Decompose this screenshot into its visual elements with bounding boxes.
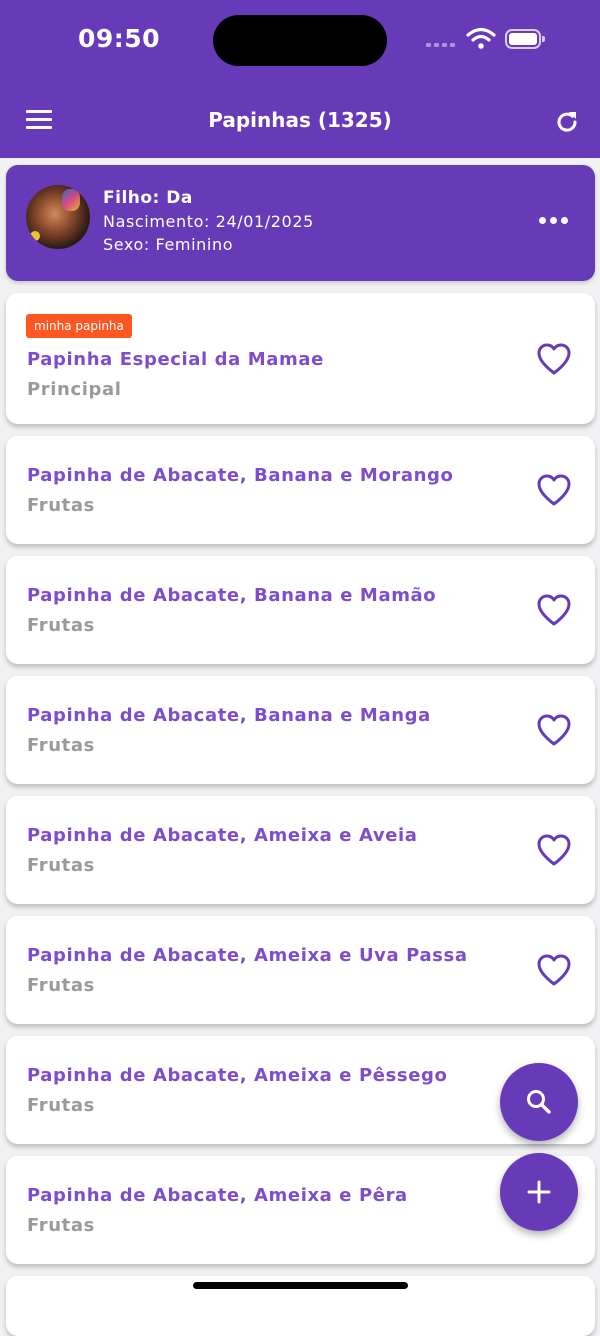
recipe-category: Frutas xyxy=(27,735,95,756)
recipe-card[interactable]: Papinha de Abacate, Ameixa e Uva Passa F… xyxy=(6,916,595,1024)
cellular-signal-icon xyxy=(426,43,455,47)
heart-outline-icon[interactable] xyxy=(536,833,572,867)
heart-outline-icon[interactable] xyxy=(536,593,572,627)
recipe-card[interactable]: minha papinha Papinha Especial da Mamae … xyxy=(6,293,595,424)
recipe-name: Papinha de Abacate, Ameixa e Pêra xyxy=(27,1185,408,1206)
plus-icon xyxy=(527,1180,551,1204)
recipe-name: Papinha de Abacate, Banana e Manga xyxy=(27,705,431,726)
recipe-name: Papinha Especial da Mamae xyxy=(27,349,324,370)
wifi-icon xyxy=(466,27,496,49)
home-indicator[interactable] xyxy=(193,1282,408,1289)
heart-outline-icon[interactable] xyxy=(536,713,572,747)
recipe-category: Frutas xyxy=(27,975,95,996)
heart-outline-icon[interactable] xyxy=(536,342,572,376)
recipe-category: Frutas xyxy=(27,1215,95,1236)
heart-outline-icon[interactable] xyxy=(536,473,572,507)
recipe-category: Frutas xyxy=(27,495,95,516)
dynamic-island xyxy=(213,15,387,66)
battery-icon xyxy=(505,29,545,49)
child-sex: Sexo: Feminino xyxy=(103,235,234,254)
child-avatar xyxy=(26,185,90,249)
child-birth: Nascimento: 24/01/2025 xyxy=(103,212,314,231)
recipe-card[interactable]: Papinha de Abacate, Ameixa e Aveia Fruta… xyxy=(6,796,595,904)
recipe-category: Frutas xyxy=(27,855,95,876)
app-header: 09:50 Papinhas (1325) xyxy=(0,0,600,158)
recipe-category: Frutas xyxy=(27,1095,95,1116)
page-title: Papinhas (1325) xyxy=(208,108,392,132)
recipe-card[interactable]: Papinha de Abacate, Banana e Morango Fru… xyxy=(6,436,595,544)
child-profile-card[interactable]: Filho: Da Nascimento: 24/01/2025 Sexo: F… xyxy=(6,165,595,281)
recipe-name: Papinha de Abacate, Banana e Mamão xyxy=(27,585,437,606)
search-icon xyxy=(527,1090,551,1114)
my-recipe-badge: minha papinha xyxy=(26,314,132,338)
recipe-category: Principal xyxy=(27,379,122,400)
recipe-name: Papinha de Abacate, Ameixa e Uva Passa xyxy=(27,945,468,966)
status-time: 09:50 xyxy=(78,24,161,53)
child-info: Filho: Da Nascimento: 24/01/2025 Sexo: F… xyxy=(103,188,314,258)
refresh-icon[interactable] xyxy=(553,108,581,136)
recipe-name: Papinha de Abacate, Ameixa e Aveia xyxy=(27,825,418,846)
more-horizontal-icon[interactable] xyxy=(539,217,568,224)
heart-outline-icon[interactable] xyxy=(536,953,572,987)
search-button[interactable] xyxy=(500,1063,578,1141)
recipe-name: Papinha de Abacate, Banana e Morango xyxy=(27,465,454,486)
child-name: Filho: Da xyxy=(103,188,193,208)
recipe-category: Frutas xyxy=(27,615,95,636)
add-recipe-button[interactable] xyxy=(500,1153,578,1231)
recipe-name: Papinha de Abacate, Ameixa e Pêssego xyxy=(27,1065,448,1086)
recipe-card[interactable]: Papinha de Abacate, Banana e Manga Fruta… xyxy=(6,676,595,784)
recipe-card[interactable]: Papinha de Abacate, Banana e Mamão Fruta… xyxy=(6,556,595,664)
